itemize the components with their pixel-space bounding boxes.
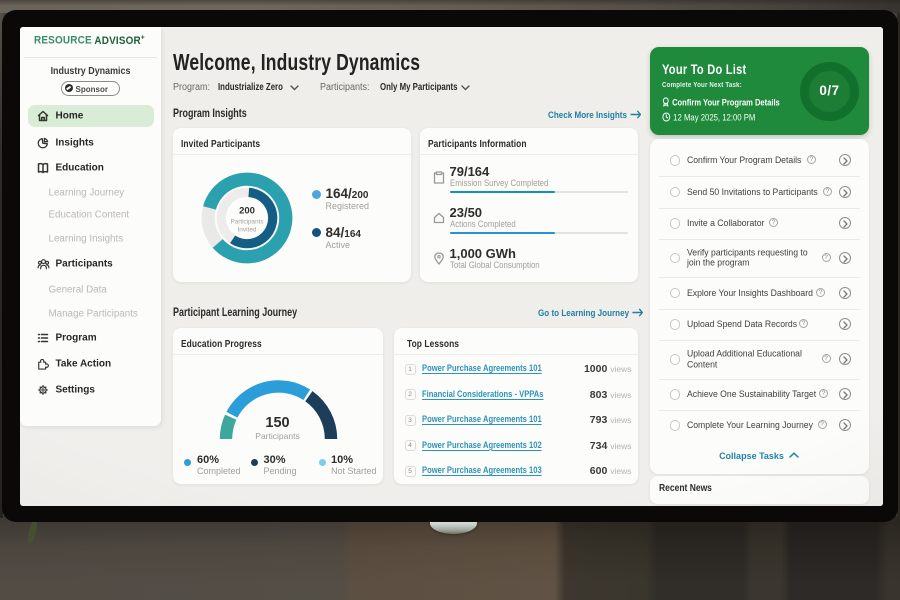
svg-text:200: 200 <box>239 206 255 217</box>
svg-text:Invited: Invited <box>237 227 256 234</box>
svg-text:Participants: Participants <box>230 219 264 226</box>
